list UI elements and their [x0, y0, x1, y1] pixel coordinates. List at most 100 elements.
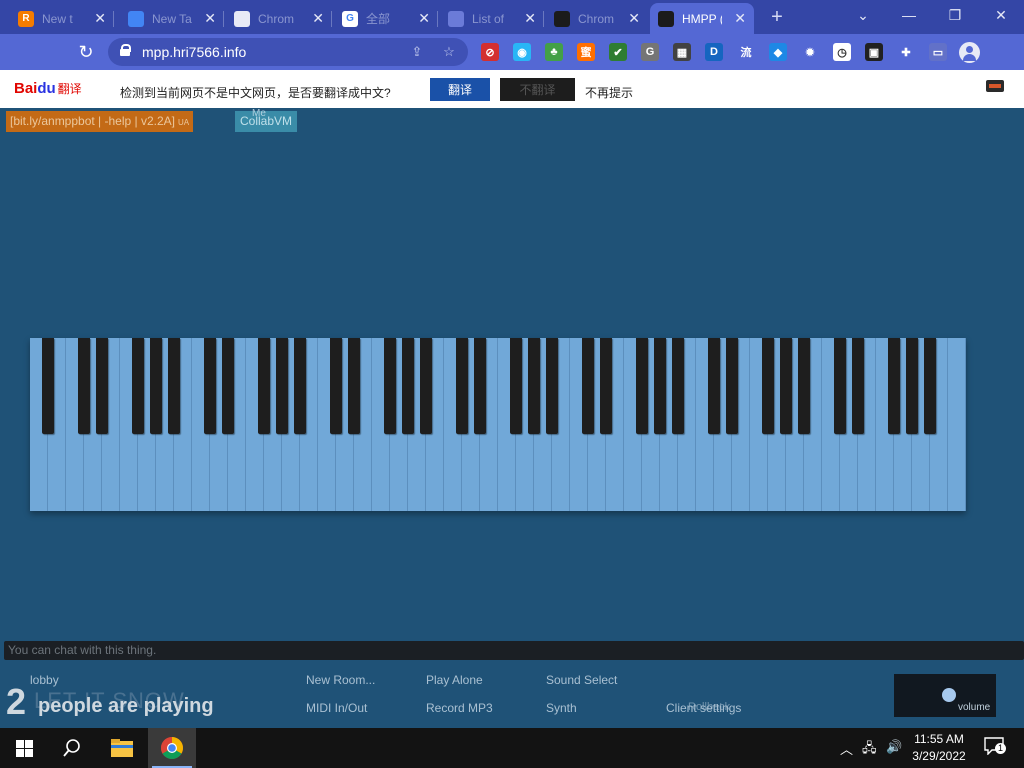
black-key[interactable] [582, 338, 594, 434]
black-key[interactable] [654, 338, 666, 434]
minimize-button[interactable]: — [886, 0, 932, 30]
tab-1[interactable]: New Ta ✕ [120, 3, 224, 34]
black-key[interactable] [402, 338, 414, 434]
black-key[interactable] [150, 338, 162, 434]
tab-close-icon[interactable]: ✕ [524, 10, 536, 27]
tab-close-icon[interactable]: ✕ [418, 10, 430, 27]
black-key[interactable] [906, 338, 918, 434]
user2-nametag[interactable]: CollabVM [235, 111, 298, 132]
chat-input[interactable]: You can chat with this thing. [4, 641, 1024, 660]
black-key[interactable] [888, 338, 900, 434]
translate-button[interactable]: 翻译 [430, 78, 490, 101]
black-key[interactable] [78, 338, 90, 434]
black-key[interactable] [636, 338, 648, 434]
shield-ext-icon[interactable]: ◆ [769, 43, 787, 61]
black-key[interactable] [456, 338, 468, 434]
file-explorer-button[interactable] [98, 728, 146, 768]
black-key[interactable] [330, 338, 342, 434]
black-key[interactable] [222, 338, 234, 434]
tab-5[interactable]: Chrom ✕ [546, 3, 648, 34]
no-translate-button[interactable]: 不翻译 [500, 78, 575, 101]
midi-in-out-button[interactable]: MIDI In/Out [306, 701, 367, 715]
black-key[interactable] [168, 338, 180, 434]
close-window-button[interactable]: ✕ [978, 0, 1024, 30]
black-key[interactable] [42, 338, 54, 434]
black-key[interactable] [510, 338, 522, 434]
stop-ext-icon[interactable]: ⊘ [481, 43, 499, 61]
sound-select-button[interactable]: Sound Select [546, 673, 617, 687]
tab-0[interactable]: R New t ✕ [10, 3, 114, 34]
tray-chevron-icon[interactable]: ︿ [840, 739, 853, 758]
clock-ext-icon[interactable]: ◷ [833, 43, 851, 61]
notification-center-icon[interactable]: 1 [984, 737, 1006, 758]
black-key[interactable] [672, 338, 684, 434]
tree-ext-icon[interactable]: ♣ [545, 43, 563, 61]
restore-button[interactable]: ❐ [932, 0, 978, 30]
reading-list-icon[interactable]: ▭ [929, 43, 947, 61]
black-key[interactable] [726, 338, 738, 434]
tab-4[interactable]: List of ✕ [440, 3, 544, 34]
black-key[interactable] [258, 338, 270, 434]
black-key[interactable] [474, 338, 486, 434]
black-key[interactable] [546, 338, 558, 434]
black-key[interactable] [852, 338, 864, 434]
tab-6[interactable]: HMPP (✕ [650, 3, 754, 34]
volume-slider[interactable]: volume [894, 674, 996, 717]
share-icon[interactable]: ⇪ [408, 43, 426, 61]
black-key[interactable] [708, 338, 720, 434]
white-key[interactable] [948, 338, 966, 511]
piano-keyboard[interactable] [30, 338, 966, 511]
search-button[interactable] [48, 728, 96, 768]
address-bar[interactable]: mpp.hri7566.info ⇪ ☆ [108, 38, 468, 66]
url-text[interactable]: mpp.hri7566.info [142, 44, 246, 60]
bug-ext-icon[interactable]: ✹ [801, 43, 819, 61]
chrome-taskbar-button[interactable] [148, 728, 196, 768]
black-key[interactable] [384, 338, 396, 434]
black-key[interactable] [420, 338, 432, 434]
black-key[interactable] [96, 338, 108, 434]
network-icon[interactable]: 🖧 [862, 739, 877, 761]
profile-avatar-icon[interactable] [959, 42, 980, 63]
tab-close-icon[interactable]: ✕ [312, 10, 324, 27]
never-show-link[interactable]: 不再提示 [585, 84, 633, 101]
translate-close-icon[interactable] [986, 80, 1004, 92]
tab-search-button[interactable]: ⌄ [840, 0, 886, 30]
tab-close-icon[interactable]: ✕ [204, 10, 216, 27]
start-button[interactable] [0, 728, 48, 768]
tab-close-icon[interactable]: ✕ [94, 10, 106, 27]
volume-knob[interactable] [942, 688, 957, 702]
puzzle-icon[interactable]: ✚ [897, 43, 915, 61]
taskbar-clock[interactable]: 11:55 AM 3/29/2022 [908, 731, 970, 765]
black-key[interactable] [834, 338, 846, 434]
black-key[interactable] [528, 338, 540, 434]
black-key[interactable] [798, 338, 810, 434]
tab-close-icon[interactable]: ✕ [628, 10, 640, 27]
record-mp3-button[interactable]: Record MP3 [426, 701, 493, 715]
flow-ext-icon[interactable]: 流 [737, 43, 755, 61]
new-tab-button[interactable]: + [766, 6, 788, 28]
black-key[interactable] [276, 338, 288, 434]
tab-3[interactable]: G 全部 ✕ [334, 3, 438, 34]
bookmark-star-icon[interactable]: ☆ [440, 43, 458, 61]
circle-ext-icon[interactable]: ◉ [513, 43, 531, 61]
reload-icon[interactable]: ↻ [74, 40, 98, 64]
black-key[interactable] [294, 338, 306, 434]
black-key[interactable] [924, 338, 936, 434]
black-key[interactable] [204, 338, 216, 434]
black-key[interactable] [780, 338, 792, 434]
room-select-button[interactable]: lobby [30, 673, 59, 687]
box-ext-icon[interactable]: ▦ [673, 43, 691, 61]
new-room-button[interactable]: New Room... [306, 673, 375, 687]
speaker-icon[interactable]: 🔊 [886, 739, 902, 755]
tab-close-icon[interactable]: ✕ [734, 10, 746, 27]
check-ext-icon[interactable]: ✔ [609, 43, 627, 61]
black-key[interactable] [762, 338, 774, 434]
black-key[interactable] [132, 338, 144, 434]
black-key[interactable] [600, 338, 612, 434]
d-ext-icon[interactable]: D [705, 43, 723, 61]
synth-button[interactable]: Synth [546, 701, 577, 715]
honey-ext-icon[interactable]: 蜜 [577, 43, 595, 61]
tab-2[interactable]: Chrom ✕ [226, 3, 332, 34]
user-nametag[interactable]: [bit.ly/anmppbot | -help | v2.2A] UA [6, 111, 194, 132]
play-alone-button[interactable]: Play Alone [426, 673, 483, 687]
